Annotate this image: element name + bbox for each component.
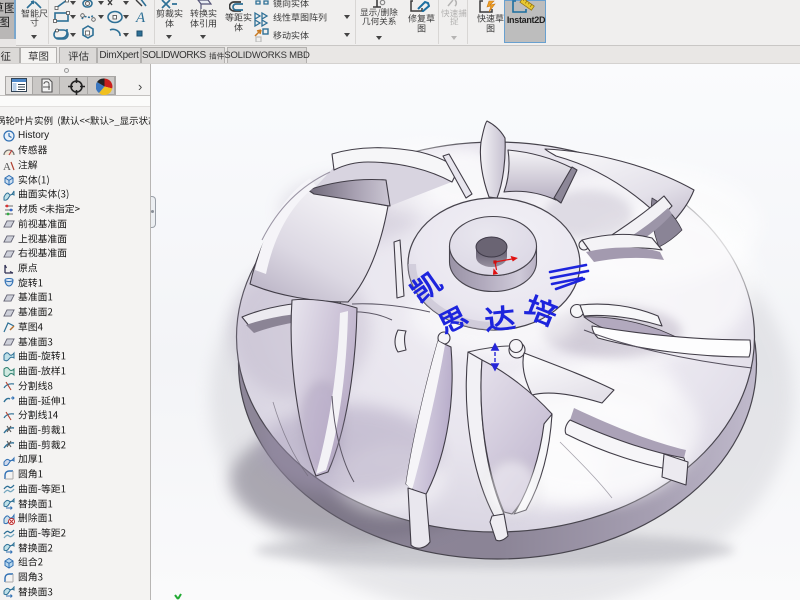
svg-text:A: A (3, 161, 11, 172)
